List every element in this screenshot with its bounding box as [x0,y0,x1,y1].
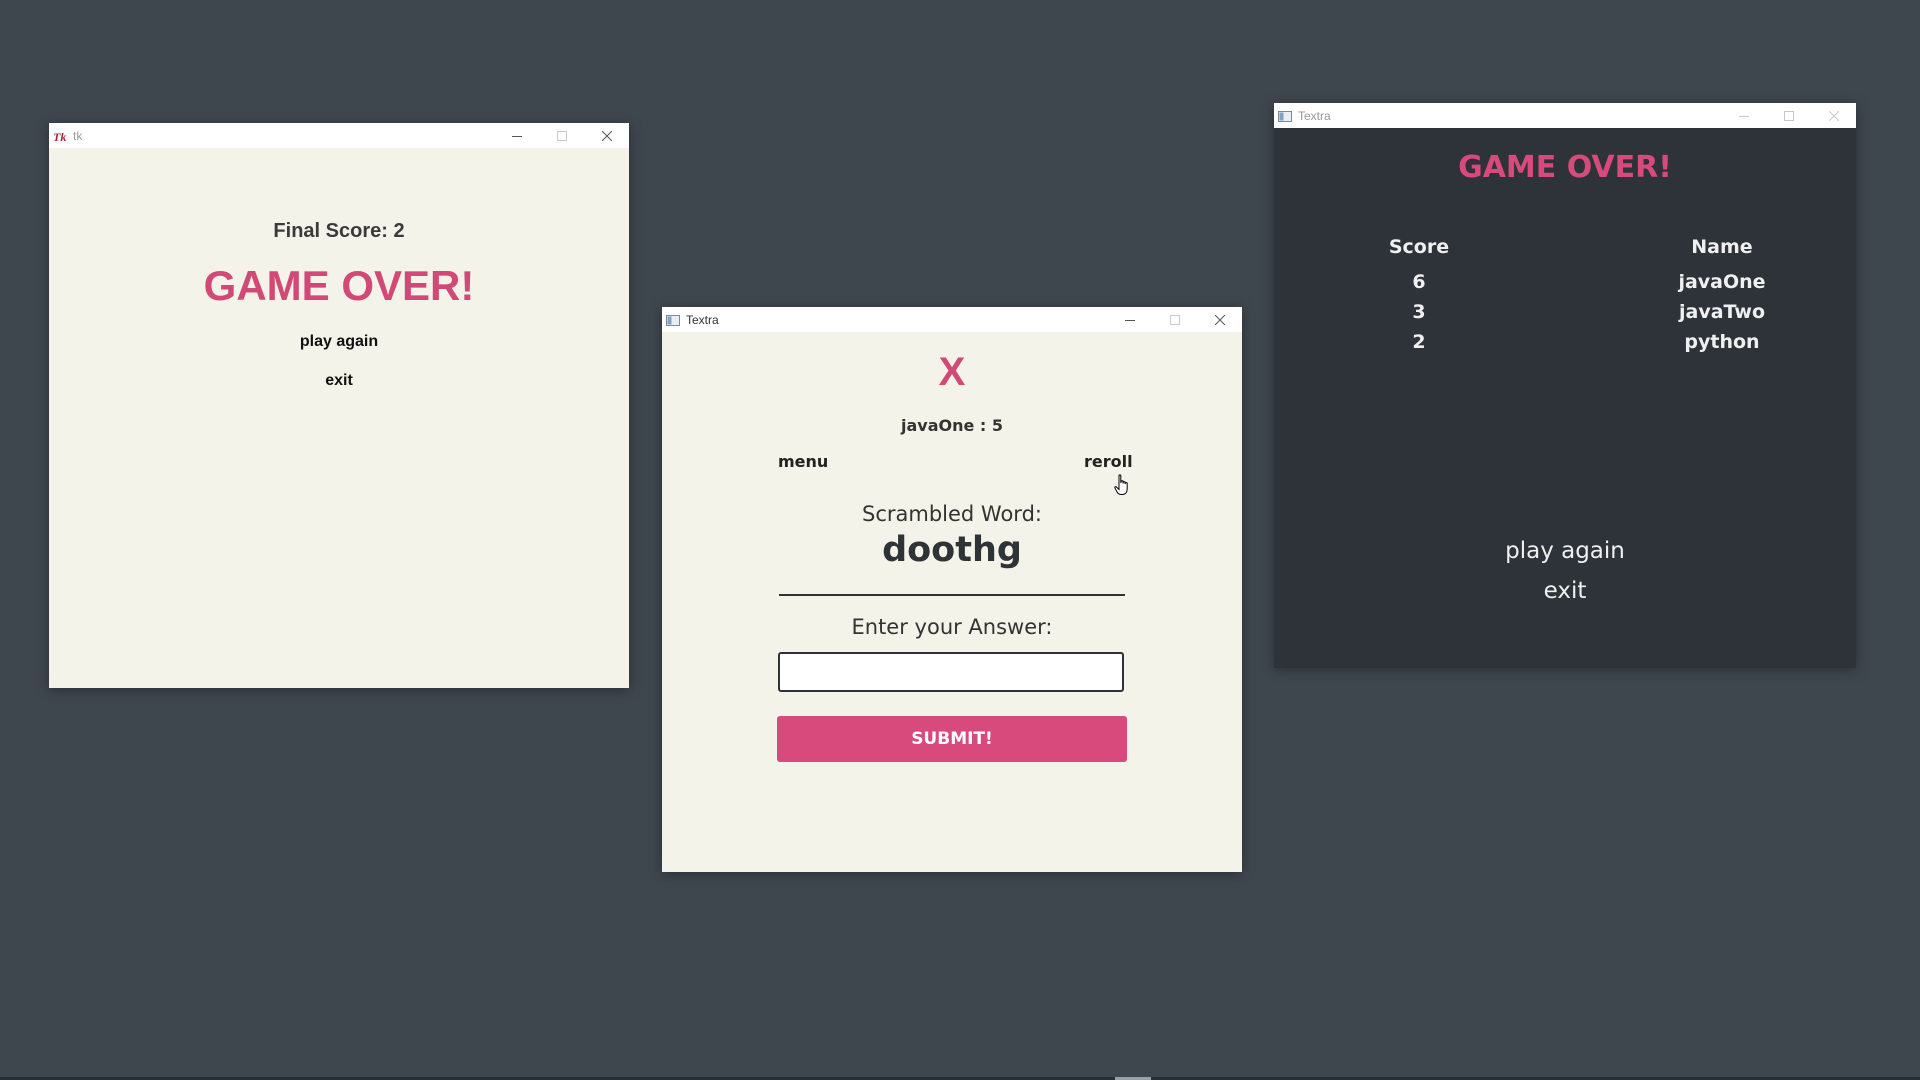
player-score-label: javaOne : 5 [900,416,1004,435]
table-cell-name: javaOne [1678,271,1766,293]
play-again-button[interactable]: play again [1274,538,1856,564]
minimize-icon [1124,315,1135,325]
window-app-icon [666,314,680,326]
maximize-button[interactable] [1152,307,1197,332]
minimize-button[interactable] [494,123,539,148]
tk-feather-icon: Tk [53,130,67,142]
submit-button[interactable]: SUBMIT! [777,716,1127,762]
maximize-icon [1783,110,1794,121]
table-cell-score: 3 [1412,301,1426,323]
table-cell-name: python [1684,331,1760,353]
game-over-heading: GAME OVER! [1458,150,1672,185]
table-cell-score: 2 [1412,331,1426,353]
tk-client-area: Final Score: 2 GAME OVER! play again exi… [49,148,629,688]
score-column-header: Score [1388,236,1450,258]
play-again-button[interactable]: play again [49,333,629,351]
close-button[interactable] [1197,307,1242,332]
leaderboard-client-area: GAME OVER! Score Name 6 javaOne 3 javaTw… [1274,128,1856,668]
maximize-icon [556,130,567,141]
window-title: Textra [686,312,719,327]
close-icon [601,130,612,141]
game-over-heading: GAME OVER! [203,262,475,309]
final-score-label: Final Score: 2 [273,220,405,242]
title-bar[interactable]: Textra [1274,103,1856,128]
hand-pointer-icon [1114,474,1130,500]
maximize-icon [1169,314,1180,325]
maximize-button[interactable] [1766,103,1811,128]
minimize-icon [1738,111,1749,121]
close-icon [1828,110,1839,121]
minimize-icon [511,131,522,141]
strike-mark: X [938,350,966,394]
reroll-button[interactable]: reroll [1084,452,1133,471]
tk-window: Tk tk Final Score: 2 GAME OVER! play aga… [49,123,629,688]
close-button[interactable] [1811,103,1856,128]
close-button[interactable] [584,123,629,148]
answer-label: Enter your Answer: [851,615,1053,639]
scrambled-word-label: Scrambled Word: [862,502,1042,526]
window-title: Textra [1298,108,1331,123]
game-client-area: X javaOne : 5 menu reroll Scrambled Word… [662,332,1242,872]
table-cell-score: 6 [1412,271,1426,293]
exit-button[interactable]: exit [49,372,629,390]
window-app-icon [1278,110,1292,122]
window-title: tk [73,128,83,143]
minimize-button[interactable] [1107,307,1152,332]
game-window: Textra X javaOne : 5 menu reroll Scrambl… [662,307,1242,872]
close-icon [1214,314,1225,325]
minimize-button[interactable] [1721,103,1766,128]
exit-button[interactable]: exit [1274,578,1856,604]
title-bar[interactable]: Textra [662,307,1242,332]
answer-input[interactable] [778,652,1124,692]
title-bar[interactable]: Tk tk [49,123,629,148]
name-column-header: Name [1691,236,1753,258]
scrambled-word: doothg [882,530,1022,570]
maximize-button[interactable] [539,123,584,148]
leaderboard-window: Textra GAME OVER! Score Name 6 javaOne 3… [1274,103,1856,668]
menu-button[interactable]: menu [778,452,828,471]
divider [779,594,1125,596]
svg-text:Tk: Tk [53,130,66,142]
table-cell-name: javaTwo [1678,301,1766,323]
